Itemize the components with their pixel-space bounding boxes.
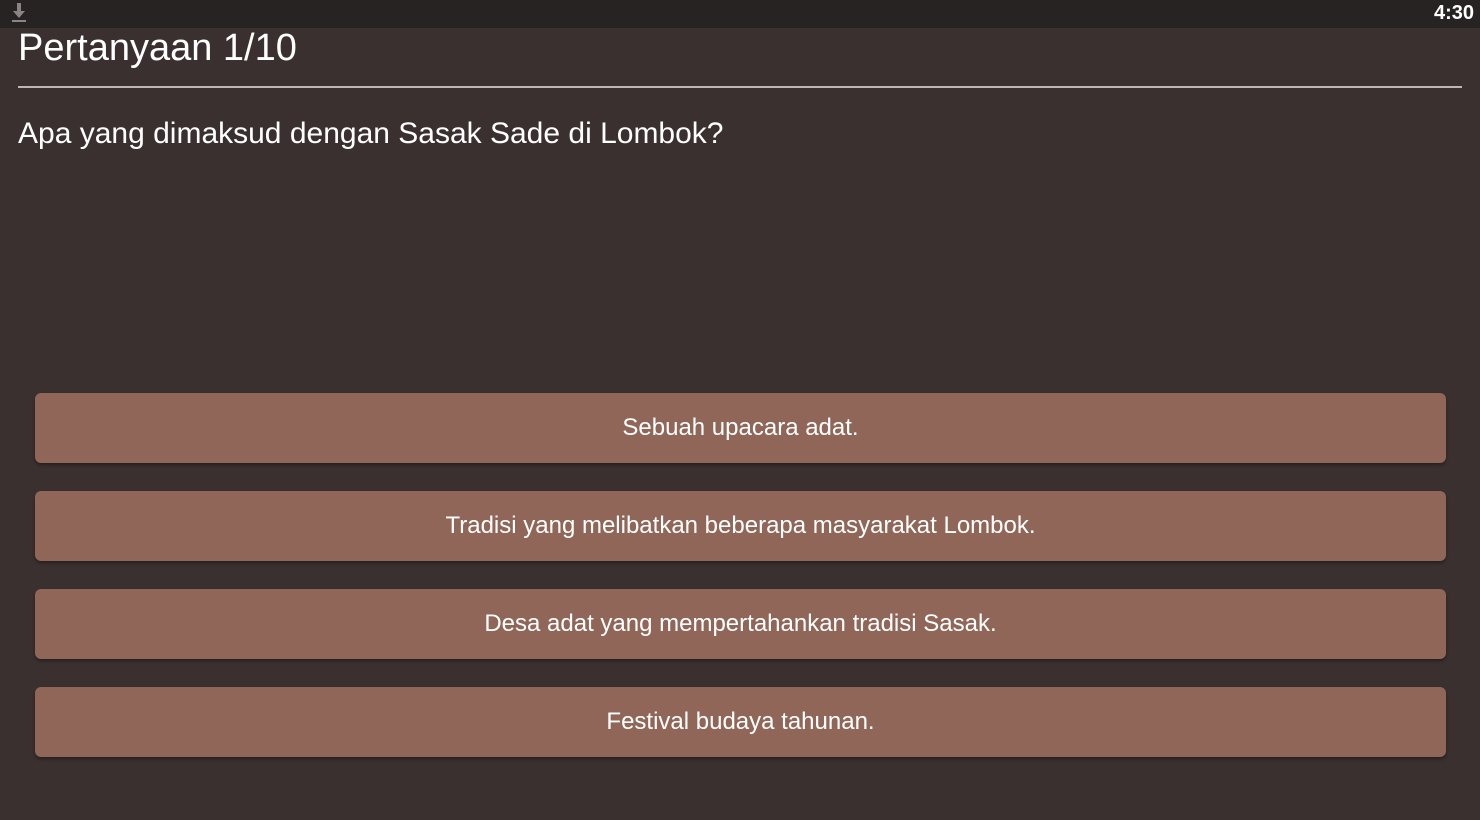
status-bar-clock: 4:30	[1433, 2, 1474, 24]
answer-option-1[interactable]: Sebuah upacara adat.	[35, 393, 1446, 463]
question-counter-title: Pertanyaan 1/10	[18, 27, 297, 69]
answer-option-4[interactable]: Festival budaya tahunan.	[35, 687, 1446, 757]
answer-option-2[interactable]: Tradisi yang melibatkan beberapa masyara…	[35, 491, 1446, 561]
download-icon	[10, 2, 28, 24]
question-text: Apa yang dimaksud dengan Sasak Sade di L…	[18, 117, 724, 150]
answer-option-3[interactable]: Desa adat yang mempertahankan tradisi Sa…	[35, 589, 1446, 659]
title-divider	[18, 86, 1462, 88]
status-bar: 4:30	[0, 0, 1480, 28]
answer-list: Sebuah upacara adat. Tradisi yang meliba…	[35, 393, 1446, 785]
